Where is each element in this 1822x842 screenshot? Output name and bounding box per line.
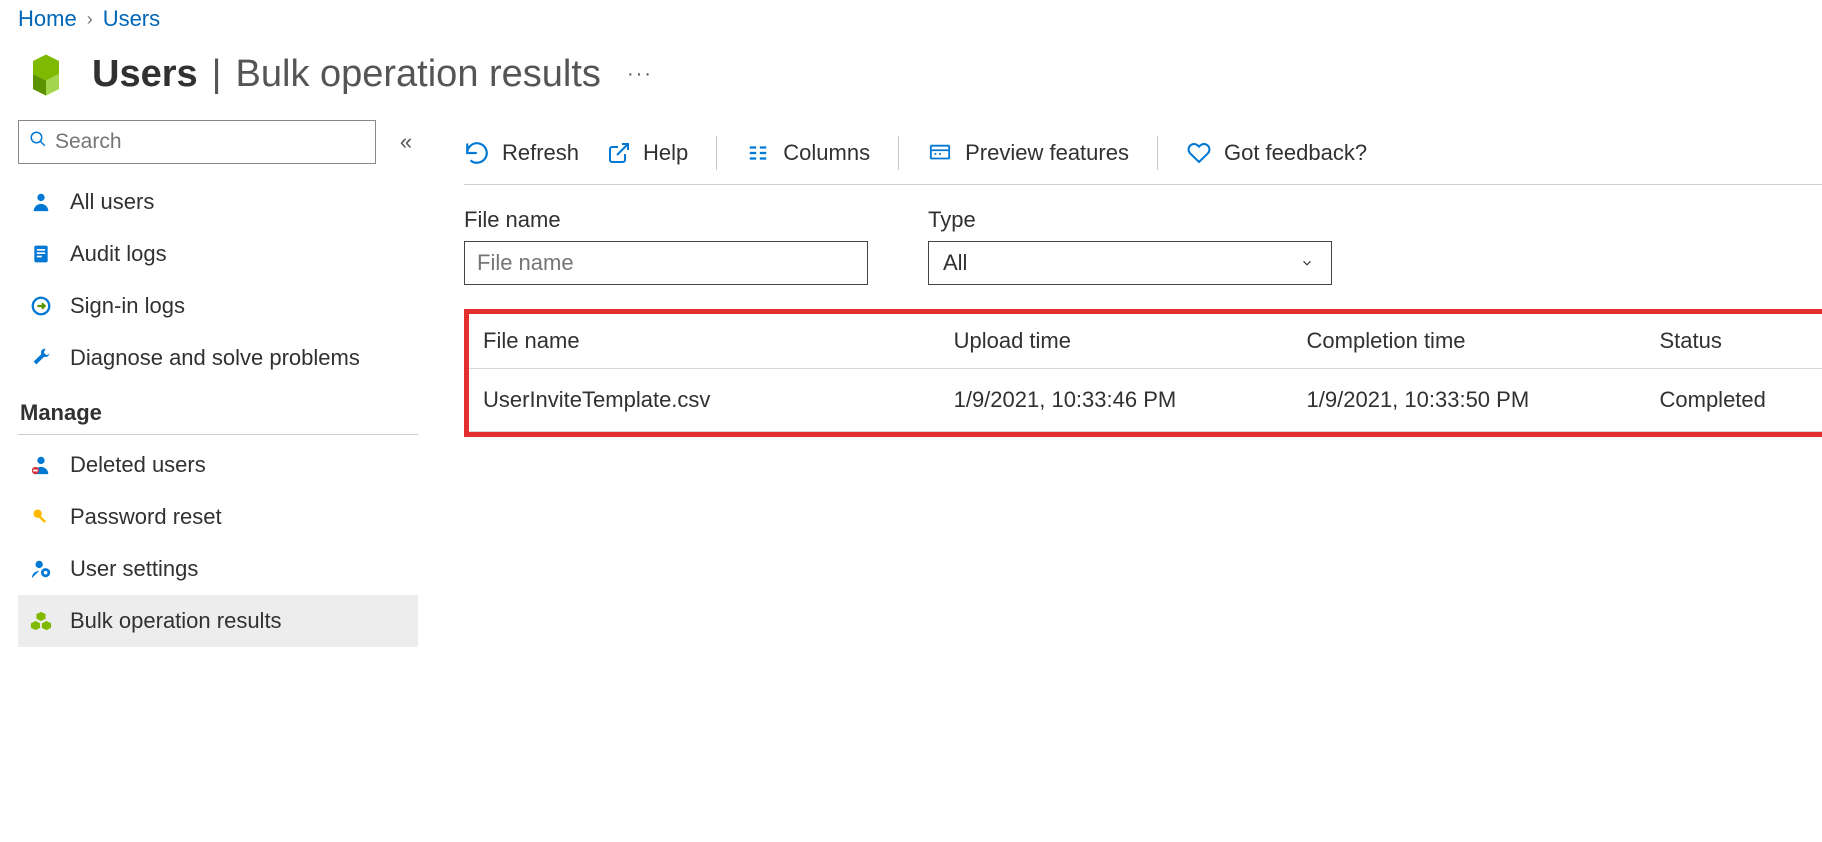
page-header: Users | Bulk operation results ···	[0, 40, 1822, 120]
refresh-button[interactable]: Refresh	[464, 140, 579, 166]
filter-type-value: All	[943, 250, 967, 276]
sidebar-section-manage: Manage	[18, 384, 418, 435]
cell-status: Completed	[1646, 369, 1822, 432]
deleted-user-icon	[28, 454, 54, 476]
toolbar-label: Got feedback?	[1224, 140, 1367, 166]
help-button[interactable]: Help	[607, 140, 688, 166]
sidebar-item-bulk-results[interactable]: Bulk operation results	[18, 595, 418, 647]
column-header-completion[interactable]: Completion time	[1293, 314, 1646, 369]
toolbar-separator	[716, 136, 717, 170]
column-header-status[interactable]: Status	[1646, 314, 1822, 369]
filter-filename-label: File name	[464, 207, 868, 233]
document-icon	[28, 243, 54, 265]
breadcrumb: Home › Users	[0, 0, 1822, 40]
cubes-icon	[28, 610, 54, 632]
sidebar-item-label: Audit logs	[70, 241, 167, 267]
toolbar-separator	[898, 136, 899, 170]
column-header-filename[interactable]: File name	[469, 314, 940, 369]
toolbar-separator	[1157, 136, 1158, 170]
chevron-right-icon: ›	[87, 9, 93, 30]
signin-icon	[28, 295, 54, 317]
sidebar-item-label: Deleted users	[70, 452, 206, 478]
main-content: Refresh Help Columns Preview feat	[430, 120, 1822, 647]
external-link-icon	[607, 141, 631, 165]
table-header-row: File name Upload time Completion time St…	[469, 314, 1822, 369]
search-icon	[29, 130, 47, 154]
more-actions-button[interactable]: ···	[619, 59, 661, 90]
columns-button[interactable]: Columns	[745, 140, 870, 166]
sidebar-item-password-reset[interactable]: Password reset	[18, 491, 418, 543]
sidebar-item-label: All users	[70, 189, 154, 215]
sidebar-item-label: User settings	[70, 556, 198, 582]
cell-upload: 1/9/2021, 10:33:46 PM	[940, 369, 1293, 432]
sidebar-item-label: Sign-in logs	[70, 293, 185, 319]
toolbar-label: Preview features	[965, 140, 1129, 166]
refresh-icon	[464, 140, 490, 166]
table-row[interactable]: UserInviteTemplate.csv 1/9/2021, 10:33:4…	[469, 369, 1822, 432]
column-header-upload[interactable]: Upload time	[940, 314, 1293, 369]
sidebar: « All users Audit logs Sign-in logs Diag	[0, 120, 430, 647]
filter-filename: File name	[464, 207, 868, 285]
users-icon	[18, 46, 74, 102]
sidebar-item-user-settings[interactable]: User settings	[18, 543, 418, 595]
sidebar-item-diagnose[interactable]: Diagnose and solve problems	[18, 332, 418, 384]
search-input[interactable]	[55, 130, 365, 154]
cell-filename: UserInviteTemplate.csv	[469, 369, 940, 432]
user-gear-icon	[28, 558, 54, 580]
sidebar-item-deleted-users[interactable]: Deleted users	[18, 439, 418, 491]
page-title-bold: Users	[92, 53, 198, 96]
filter-type-label: Type	[928, 207, 1332, 233]
cell-completion: 1/9/2021, 10:33:50 PM	[1293, 369, 1646, 432]
page-title-light: Bulk operation results	[236, 53, 601, 96]
sidebar-item-signin-logs[interactable]: Sign-in logs	[18, 280, 418, 332]
page-title-sep: |	[212, 53, 222, 96]
toolbar-label: Refresh	[502, 140, 579, 166]
columns-icon	[745, 142, 771, 164]
results-table-highlight: File name Upload time Completion time St…	[464, 309, 1822, 437]
page-title: Users | Bulk operation results	[92, 53, 601, 96]
key-icon	[28, 506, 54, 528]
collapse-sidebar-button[interactable]: «	[394, 129, 418, 155]
results-table: File name Upload time Completion time St…	[469, 314, 1822, 432]
filter-filename-input[interactable]	[464, 241, 868, 285]
wrench-icon	[28, 347, 54, 369]
toolbar-label: Help	[643, 140, 688, 166]
sidebar-item-label: Diagnose and solve problems	[70, 345, 360, 371]
filters: File name Type All	[464, 185, 1822, 285]
person-icon	[28, 191, 54, 213]
breadcrumb-home[interactable]: Home	[18, 6, 77, 32]
breadcrumb-users[interactable]: Users	[103, 6, 160, 32]
sidebar-item-label: Password reset	[70, 504, 222, 530]
filter-type: Type All	[928, 207, 1332, 285]
sidebar-item-audit-logs[interactable]: Audit logs	[18, 228, 418, 280]
sidebar-search[interactable]	[18, 120, 376, 164]
filter-type-select[interactable]: All	[928, 241, 1332, 285]
preview-button[interactable]: Preview features	[927, 140, 1129, 166]
heart-icon	[1186, 141, 1212, 165]
toolbar: Refresh Help Columns Preview feat	[464, 120, 1822, 185]
feedback-button[interactable]: Got feedback?	[1186, 140, 1367, 166]
sidebar-item-label: Bulk operation results	[70, 608, 282, 634]
preview-icon	[927, 142, 953, 164]
toolbar-label: Columns	[783, 140, 870, 166]
sidebar-item-all-users[interactable]: All users	[18, 176, 418, 228]
chevron-down-icon	[1297, 250, 1317, 276]
